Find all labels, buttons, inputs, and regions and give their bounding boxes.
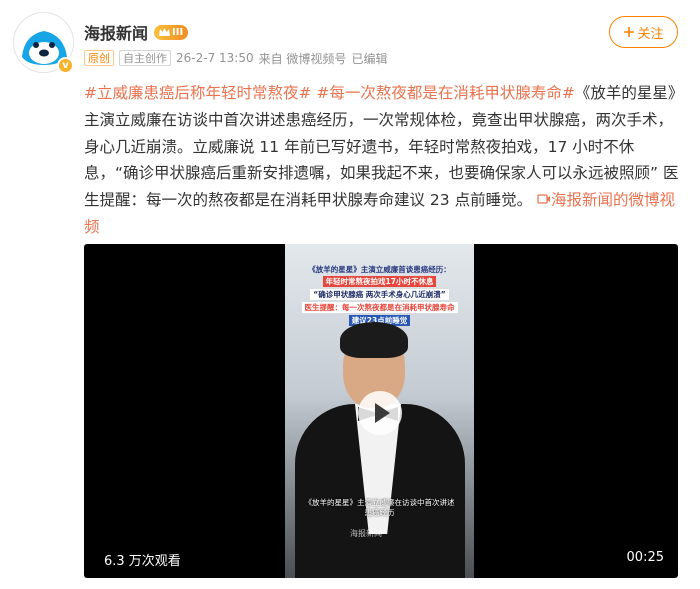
person-hair	[340, 322, 408, 358]
video-banner: 《放羊的星星》主演立威廉首谈患癌经历： 年轻时常熬夜拍戏17小时不休息 “确诊甲…	[291, 264, 468, 326]
original-tag: 原创	[84, 50, 114, 66]
video-duration: 00:25	[626, 550, 664, 565]
video-player[interactable]: 《放羊的星星》主演立威廉首谈患癌经历： 年轻时常熬夜拍戏17小时不休息 “确诊甲…	[84, 244, 678, 578]
video-banner-line-2: 年轻时常熬夜拍戏17小时不休息	[322, 276, 437, 287]
edited-label[interactable]: 已编辑	[351, 50, 387, 67]
post-body: #立威廉患癌后称年轻时常熬夜# #每一次熬夜都是在消耗甲状腺寿命#《放羊的星星》…	[84, 80, 680, 241]
topic-link-2[interactable]: #每一次熬夜都是在消耗甲状腺寿命#	[316, 84, 574, 102]
play-button[interactable]	[358, 391, 402, 435]
verified-badge-icon: v	[57, 57, 74, 74]
post-time[interactable]: 26-2-7 13:50	[176, 51, 254, 65]
self-created-tag: 自主创作	[119, 50, 171, 66]
post-source: 来自 微博视频号	[258, 51, 347, 66]
topic-link-1[interactable]: #立威廉患癌后称年轻时常熬夜#	[84, 84, 311, 102]
follow-button-label: 关注	[637, 26, 664, 42]
view-count: 6.3 万次观看	[104, 554, 181, 569]
follow-button[interactable]: 关注	[609, 16, 678, 48]
video-watermark: 海报新闻	[350, 529, 382, 538]
post-meta: 原创 自主创作 26-2-7 13:50 来自 微博视频号 已编辑	[84, 49, 387, 67]
video-banner-line-1: 《放羊的星星》主演立威廉首谈患癌经历：	[308, 265, 451, 274]
crown-icon	[159, 27, 171, 36]
video-banner-line-3: “确诊甲状腺癌 两次手术身心几近崩溃”	[310, 289, 449, 300]
play-icon	[374, 403, 390, 423]
account-name[interactable]: 海报新闻	[84, 20, 148, 44]
video-link-icon	[537, 194, 551, 204]
video-subtitle: 《放羊的星星》主演立威廉在访谈中首次讲述患癌经历	[304, 498, 455, 517]
level-badge-label: III	[172, 26, 184, 38]
post-header: v 海报新闻 III 原创 自主创作 26-2-7 13:50 来自 微博视频号…	[0, 0, 700, 76]
video-banner-line-4: 医生提醒：每一次熬夜都是在消耗甲状腺寿命	[301, 302, 458, 313]
level-badge: III	[154, 24, 189, 40]
plus-icon	[624, 27, 635, 37]
